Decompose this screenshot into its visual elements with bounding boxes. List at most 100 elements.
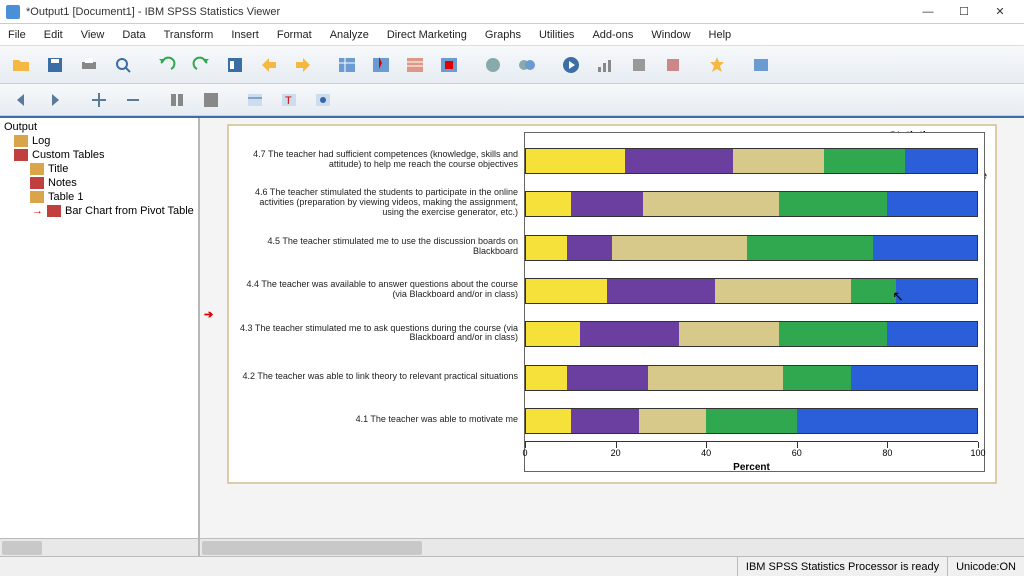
category-label: 4.4 The teacher was available to answer … (239, 268, 524, 311)
minimize-button[interactable]: — (910, 1, 946, 23)
tree-table1[interactable]: Table 1 (2, 190, 196, 204)
bar-segment (648, 366, 783, 390)
bar-segment (643, 192, 778, 216)
open-button[interactable] (6, 51, 36, 79)
bar-segment (526, 279, 607, 303)
bar-segment (715, 279, 850, 303)
export-button[interactable] (624, 51, 654, 79)
expand-button[interactable] (196, 86, 226, 114)
chart-container[interactable]: Statistics Fully DisagreeDisagreeNeither… (227, 124, 997, 484)
menu-edit[interactable]: Edit (44, 29, 63, 41)
insert-cases-button[interactable] (400, 51, 430, 79)
undo-button[interactable] (152, 51, 182, 79)
menu-window[interactable]: Window (651, 29, 690, 41)
log-icon (14, 135, 28, 147)
menu-addons[interactable]: Add-ons (592, 29, 633, 41)
close-button[interactable]: ✕ (982, 1, 1018, 23)
designate-button[interactable] (658, 51, 688, 79)
run-button[interactable] (556, 51, 586, 79)
menu-data[interactable]: Data (122, 29, 145, 41)
x-tick-label: 80 (882, 448, 892, 458)
demote-button[interactable] (118, 86, 148, 114)
mouse-cursor-icon: ↖ (892, 288, 904, 305)
bar-segment (679, 322, 778, 346)
current-item-arrow-icon: ➔ (204, 308, 213, 321)
bar-segment (526, 366, 567, 390)
bar-row (525, 321, 978, 347)
bar-segment (526, 409, 571, 433)
bar-segment (887, 322, 977, 346)
bar-segment (526, 192, 571, 216)
tree-log[interactable]: Log (2, 134, 196, 148)
title-icon (30, 163, 44, 175)
chart-plot: Percent 020406080100 (524, 132, 985, 472)
x-tick-label: 100 (970, 448, 985, 458)
menu-transform[interactable]: Transform (164, 29, 214, 41)
x-axis: Percent 020406080100 (525, 441, 978, 471)
x-tick-label: 40 (701, 448, 711, 458)
weight-button[interactable] (478, 51, 508, 79)
preview-button[interactable] (108, 51, 138, 79)
variables-button[interactable] (332, 51, 362, 79)
dialog-recall-button[interactable] (220, 51, 250, 79)
selected-arrow-icon: → (32, 205, 43, 217)
select-cases-button[interactable] (366, 51, 396, 79)
bar-segment (526, 236, 567, 260)
show-hide-button[interactable] (746, 51, 776, 79)
menubar: File Edit View Data Transform Insert For… (0, 24, 1024, 46)
menu-format[interactable]: Format (277, 29, 312, 41)
maximize-button[interactable]: ☐ (946, 1, 982, 23)
outline-tree[interactable]: Output Log Custom Tables Title Notes Tab… (0, 118, 198, 538)
status-processor: IBM SPSS Statistics Processor is ready (737, 557, 947, 576)
goto-case-button[interactable] (254, 51, 284, 79)
menu-analyze[interactable]: Analyze (330, 29, 369, 41)
new-heading-button[interactable] (240, 86, 270, 114)
new-title-button[interactable]: T (274, 86, 304, 114)
bar-segment (779, 322, 887, 346)
promote-button[interactable] (84, 86, 114, 114)
back-button[interactable] (6, 86, 36, 114)
chart-icon (47, 205, 61, 217)
tree-title[interactable]: Title (2, 162, 196, 176)
redo-button[interactable] (186, 51, 216, 79)
tree-root[interactable]: Output (2, 120, 196, 134)
notes-icon (30, 177, 44, 189)
app-icon (6, 5, 20, 19)
viewer-canvas[interactable]: ➔ Statistics Fully DisagreeDisagreeNeith… (200, 118, 1024, 538)
tree-notes[interactable]: Notes (2, 176, 196, 190)
split-file-button[interactable] (434, 51, 464, 79)
tree-custom-tables[interactable]: Custom Tables (2, 148, 196, 162)
menu-file[interactable]: File (8, 29, 26, 41)
star-button[interactable] (702, 51, 732, 79)
menu-view[interactable]: View (81, 29, 105, 41)
viewer-hscroll[interactable] (200, 538, 1024, 556)
bar-segment (851, 366, 977, 390)
bar-segment (783, 366, 851, 390)
outline-hscroll[interactable] (0, 538, 198, 556)
print-button[interactable] (74, 51, 104, 79)
x-tick-label: 20 (611, 448, 621, 458)
bar-segment (567, 236, 612, 260)
forward-button[interactable] (40, 86, 70, 114)
value-labels-button[interactable] (512, 51, 542, 79)
svg-text:T: T (285, 95, 292, 107)
bar-segment (887, 192, 977, 216)
menu-insert[interactable]: Insert (231, 29, 259, 41)
bar-segment (733, 149, 823, 173)
category-label: 4.5 The teacher stimulated me to use the… (239, 225, 524, 268)
save-button[interactable] (40, 51, 70, 79)
bar-row (525, 235, 978, 261)
menu-direct-marketing[interactable]: Direct Marketing (387, 29, 467, 41)
collapse-button[interactable] (162, 86, 192, 114)
tree-bar-chart[interactable]: →Bar Chart from Pivot Table (2, 204, 196, 218)
bar-segment (896, 279, 977, 303)
new-text-button[interactable] (308, 86, 338, 114)
bar-segment (526, 322, 580, 346)
toolbar-nav: T (0, 84, 1024, 116)
menu-graphs[interactable]: Graphs (485, 29, 521, 41)
chart-button[interactable] (590, 51, 620, 79)
menu-help[interactable]: Help (709, 29, 732, 41)
menu-utilities[interactable]: Utilities (539, 29, 574, 41)
x-tick-label: 60 (792, 448, 802, 458)
goto-variable-button[interactable] (288, 51, 318, 79)
